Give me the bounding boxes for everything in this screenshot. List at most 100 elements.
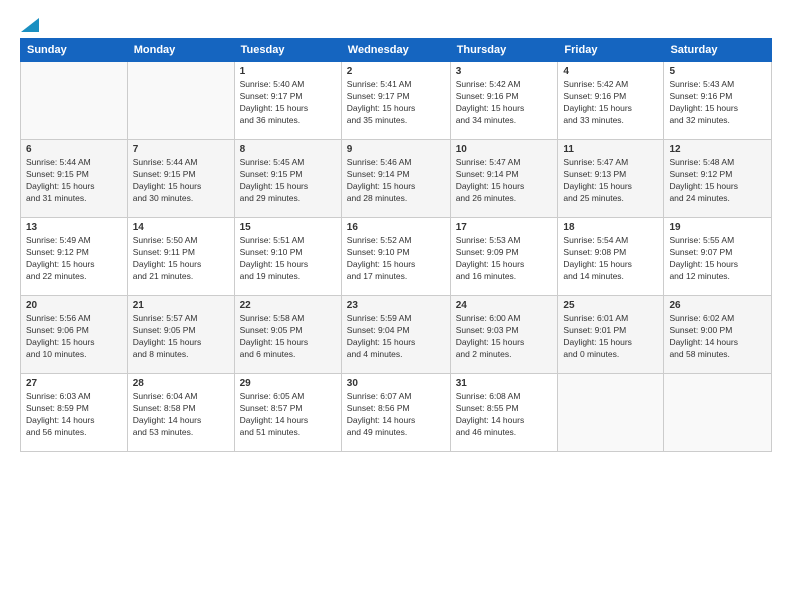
calendar-week-5: 27 Sunrise: 6:03 AM Sunset: 8:59 PM Dayli… [21,374,772,452]
calendar-header-monday: Monday [127,39,234,62]
day-detail: Sunrise: 5:46 AM Sunset: 9:14 PM Dayligh… [347,157,445,205]
calendar-cell: 12 Sunrise: 5:48 AM Sunset: 9:12 PM Dayli… [664,140,772,218]
page: SundayMondayTuesdayWednesdayThursdayFrid… [0,0,792,612]
day-number: 7 [133,144,229,155]
day-number: 9 [347,144,445,155]
calendar-cell: 21Sunrise: 5:57 AM Sunset: 9:05 PM Dayli… [127,296,234,374]
calendar-cell: 11 Sunrise: 5:47 AM Sunset: 9:13 PM Dayli… [558,140,664,218]
calendar-cell: 26 Sunrise: 6:02 AM Sunset: 9:00 PM Dayli… [664,296,772,374]
day-number: 26 [669,300,766,311]
day-number: 27 [26,378,122,389]
day-number: 3 [456,66,553,77]
calendar-cell: 18 Sunrise: 5:54 AM Sunset: 9:08 PM Dayli… [558,218,664,296]
day-detail: Sunrise: 6:07 AM Sunset: 8:56 PM Dayligh… [347,391,445,439]
day-detail: Sunrise: 6:03 AM Sunset: 8:59 PM Dayligh… [26,391,122,439]
calendar-cell: 1 Sunrise: 5:40 AM Sunset: 9:17 PM Daylig… [234,62,341,140]
day-number: 20 [26,300,122,311]
day-detail: Sunrise: 5:54 AM Sunset: 9:08 PM Dayligh… [563,235,658,283]
day-detail: Sunrise: 6:05 AM Sunset: 8:57 PM Dayligh… [240,391,336,439]
day-detail: Sunrise: 5:55 AM Sunset: 9:07 PM Dayligh… [669,235,766,283]
day-detail: Sunrise: 6:08 AM Sunset: 8:55 PM Dayligh… [456,391,553,439]
calendar-cell: 7 Sunrise: 5:44 AM Sunset: 9:15 PM Daylig… [127,140,234,218]
calendar-cell: 16 Sunrise: 5:52 AM Sunset: 9:10 PM Dayli… [341,218,450,296]
day-detail: Sunrise: 5:45 AM Sunset: 9:15 PM Dayligh… [240,157,336,205]
day-number: 1 [240,66,336,77]
calendar-cell: 4 Sunrise: 5:42 AM Sunset: 9:16 PM Daylig… [558,62,664,140]
day-detail: Sunrise: 5:52 AM Sunset: 9:10 PM Dayligh… [347,235,445,283]
day-detail: Sunrise: 6:02 AM Sunset: 9:00 PM Dayligh… [669,313,766,361]
calendar-header-sunday: Sunday [21,39,128,62]
calendar-cell: 22 Sunrise: 5:58 AM Sunset: 9:05 PM Dayli… [234,296,341,374]
calendar-header-saturday: Saturday [664,39,772,62]
day-number: 10 [456,144,553,155]
day-number: 8 [240,144,336,155]
calendar-cell: 6Sunrise: 5:44 AM Sunset: 9:15 PM Daylig… [21,140,128,218]
day-number: 16 [347,222,445,233]
calendar-header-row: SundayMondayTuesdayWednesdayThursdayFrid… [21,39,772,62]
day-number: 5 [669,66,766,77]
calendar-header-tuesday: Tuesday [234,39,341,62]
calendar-cell: 8 Sunrise: 5:45 AM Sunset: 9:15 PM Daylig… [234,140,341,218]
logo [20,18,40,28]
calendar-header-thursday: Thursday [450,39,558,62]
calendar-week-1: 1 Sunrise: 5:40 AM Sunset: 9:17 PM Daylig… [21,62,772,140]
calendar-cell [664,374,772,452]
calendar-week-3: 13 Sunrise: 5:49 AM Sunset: 9:12 PM Dayli… [21,218,772,296]
day-detail: Sunrise: 5:47 AM Sunset: 9:13 PM Dayligh… [563,157,658,205]
calendar-cell: 30 Sunrise: 6:07 AM Sunset: 8:56 PM Dayli… [341,374,450,452]
calendar-header-wednesday: Wednesday [341,39,450,62]
day-detail: Sunrise: 5:49 AM Sunset: 9:12 PM Dayligh… [26,235,122,283]
day-number: 29 [240,378,336,389]
day-number: 25 [563,300,658,311]
calendar-cell: 28Sunrise: 6:04 AM Sunset: 8:58 PM Dayli… [127,374,234,452]
calendar-cell: 29 Sunrise: 6:05 AM Sunset: 8:57 PM Dayli… [234,374,341,452]
day-detail: Sunrise: 6:01 AM Sunset: 9:01 PM Dayligh… [563,313,658,361]
day-detail: Sunrise: 5:53 AM Sunset: 9:09 PM Dayligh… [456,235,553,283]
calendar-cell: 15Sunrise: 5:51 AM Sunset: 9:10 PM Dayli… [234,218,341,296]
day-number: 30 [347,378,445,389]
calendar-week-4: 20 Sunrise: 5:56 AM Sunset: 9:06 PM Dayli… [21,296,772,374]
calendar-cell: 25 Sunrise: 6:01 AM Sunset: 9:01 PM Dayli… [558,296,664,374]
day-number: 4 [563,66,658,77]
day-number: 18 [563,222,658,233]
calendar-cell: 14 Sunrise: 5:50 AM Sunset: 9:11 PM Dayli… [127,218,234,296]
day-number: 12 [669,144,766,155]
day-number: 15 [240,222,336,233]
day-detail: Sunrise: 5:43 AM Sunset: 9:16 PM Dayligh… [669,79,766,127]
calendar-cell: 24Sunrise: 6:00 AM Sunset: 9:03 PM Dayli… [450,296,558,374]
day-number: 23 [347,300,445,311]
day-number: 24 [456,300,553,311]
day-detail: Sunrise: 5:58 AM Sunset: 9:05 PM Dayligh… [240,313,336,361]
day-detail: Sunrise: 5:47 AM Sunset: 9:14 PM Dayligh… [456,157,553,205]
day-detail: Sunrise: 5:50 AM Sunset: 9:11 PM Dayligh… [133,235,229,283]
day-detail: Sunrise: 5:48 AM Sunset: 9:12 PM Dayligh… [669,157,766,205]
day-number: 22 [240,300,336,311]
day-number: 31 [456,378,553,389]
day-detail: Sunrise: 5:57 AM Sunset: 9:05 PM Dayligh… [133,313,229,361]
day-detail: Sunrise: 5:41 AM Sunset: 9:17 PM Dayligh… [347,79,445,127]
day-detail: Sunrise: 6:04 AM Sunset: 8:58 PM Dayligh… [133,391,229,439]
calendar-cell: 13 Sunrise: 5:49 AM Sunset: 9:12 PM Dayli… [21,218,128,296]
day-detail: Sunrise: 5:56 AM Sunset: 9:06 PM Dayligh… [26,313,122,361]
calendar-cell [21,62,128,140]
calendar-cell: 17Sunrise: 5:53 AM Sunset: 9:09 PM Dayli… [450,218,558,296]
day-detail: Sunrise: 5:44 AM Sunset: 9:15 PM Dayligh… [133,157,229,205]
calendar-cell: 20 Sunrise: 5:56 AM Sunset: 9:06 PM Dayli… [21,296,128,374]
calendar-cell [558,374,664,452]
calendar-table: SundayMondayTuesdayWednesdayThursdayFrid… [20,38,772,452]
calendar-cell: 3Sunrise: 5:42 AM Sunset: 9:16 PM Daylig… [450,62,558,140]
calendar-cell [127,62,234,140]
day-detail: Sunrise: 5:40 AM Sunset: 9:17 PM Dayligh… [240,79,336,127]
calendar-cell: 9 Sunrise: 5:46 AM Sunset: 9:14 PM Daylig… [341,140,450,218]
calendar-cell: 2Sunrise: 5:41 AM Sunset: 9:17 PM Daylig… [341,62,450,140]
calendar-header-friday: Friday [558,39,664,62]
day-detail: Sunrise: 5:59 AM Sunset: 9:04 PM Dayligh… [347,313,445,361]
calendar-cell: 19Sunrise: 5:55 AM Sunset: 9:07 PM Dayli… [664,218,772,296]
day-number: 11 [563,144,658,155]
calendar-cell: 10 Sunrise: 5:47 AM Sunset: 9:14 PM Dayli… [450,140,558,218]
day-detail: Sunrise: 5:42 AM Sunset: 9:16 PM Dayligh… [563,79,658,127]
calendar-cell: 5 Sunrise: 5:43 AM Sunset: 9:16 PM Daylig… [664,62,772,140]
day-number: 14 [133,222,229,233]
day-number: 13 [26,222,122,233]
calendar-cell: 27 Sunrise: 6:03 AM Sunset: 8:59 PM Dayli… [21,374,128,452]
